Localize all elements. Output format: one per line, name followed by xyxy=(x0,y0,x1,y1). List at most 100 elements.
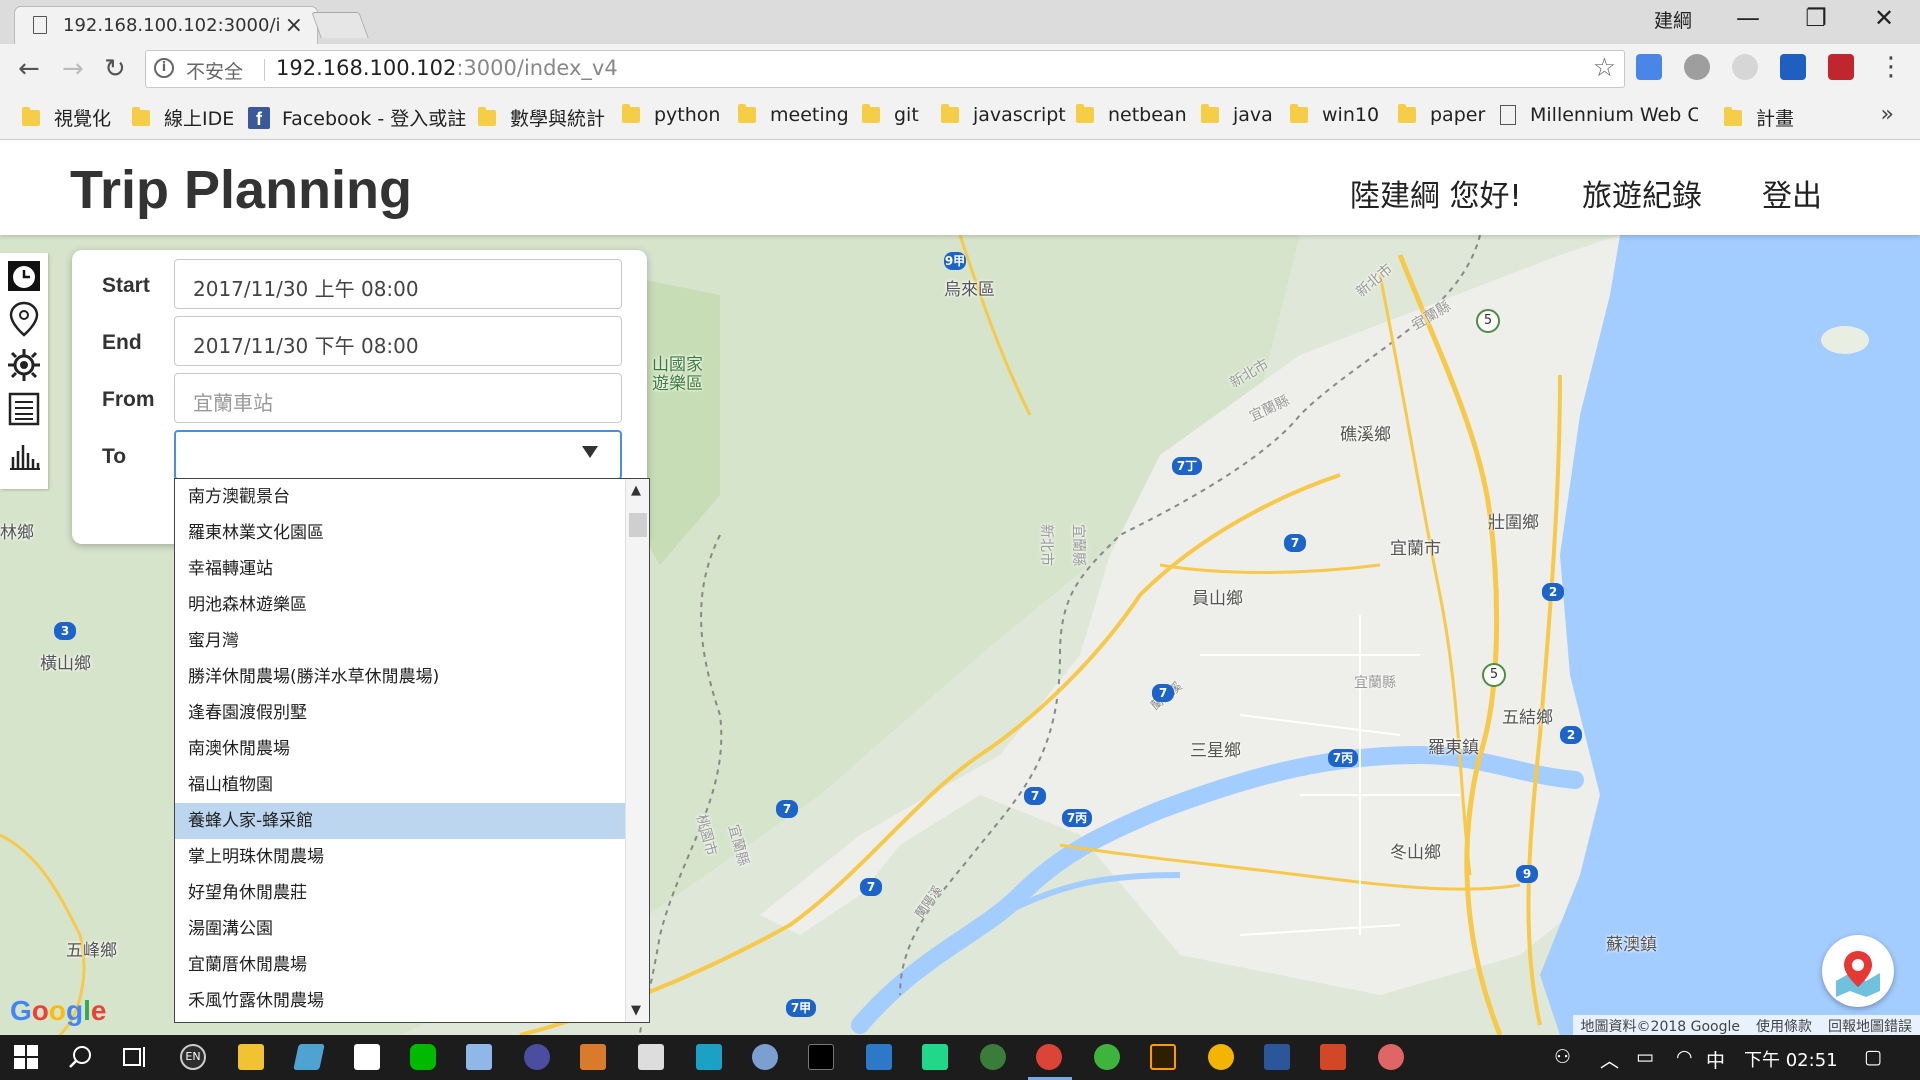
dropdown-option[interactable]: 幸福轉運站 xyxy=(175,551,625,587)
chevron-up-icon[interactable]: ︿ xyxy=(1600,1046,1619,1073)
bar-chart-icon[interactable] xyxy=(6,437,42,473)
dropdown-option[interactable]: 南澳休閒農場 xyxy=(175,731,625,767)
pycharm-icon[interactable] xyxy=(922,1044,948,1070)
illustrator-icon[interactable] xyxy=(1150,1044,1176,1070)
translate-extension-icon[interactable] xyxy=(1636,54,1662,80)
scroll-thumb[interactable] xyxy=(629,513,647,537)
start-datetime-input[interactable]: 2017/11/30 上午 08:00 xyxy=(174,259,622,309)
file-explorer-icon[interactable] xyxy=(238,1044,264,1070)
windows-start-icon[interactable] xyxy=(14,1045,38,1069)
bookmark-item[interactable]: java xyxy=(1201,104,1273,126)
dropdown-option[interactable]: 湯圍溝公園 xyxy=(175,911,625,947)
dropdown-scrollbar[interactable]: ▲ ▼ xyxy=(625,479,649,1022)
scroll-down-icon[interactable]: ▼ xyxy=(631,1003,641,1018)
dropdown-option[interactable]: 羅東林業文化園區 xyxy=(175,515,625,551)
app-icon[interactable] xyxy=(466,1044,492,1070)
restore-button[interactable]: ❐ xyxy=(1786,4,1846,32)
chrome-menu-icon[interactable]: ⋮ xyxy=(1878,52,1904,82)
profile-name[interactable]: 建綱 xyxy=(1654,6,1692,33)
insecure-label[interactable]: 不安全 xyxy=(186,57,243,84)
wifi-icon[interactable]: ◠ xyxy=(1676,1046,1693,1068)
chevron-down-icon[interactable] xyxy=(582,446,598,458)
bookmark-item[interactable]: 數學與統計 xyxy=(478,104,605,131)
dropdown-option[interactable]: 宜蘭厝休閒農場 xyxy=(175,947,625,983)
to-dropdown-list[interactable]: 南方澳觀景台 羅東林業文化園區 幸福轉運站 明池森林遊樂區 蜜月灣 勝洋休閒農場(勝洋水草… xyxy=(174,478,650,1023)
url-text[interactable]: 192.168.100.102:3000/index_v4 xyxy=(276,56,618,80)
bookmark-item[interactable]: git xyxy=(862,104,919,126)
address-bar[interactable]: i 不安全 192.168.100.102:3000/index_v4 ☆ xyxy=(145,50,1625,88)
app-icon[interactable] xyxy=(1094,1044,1120,1070)
bookmark-star-icon[interactable]: ☆ xyxy=(1593,53,1616,83)
dropdown-option[interactable]: 逢春園渡假別墅 xyxy=(175,695,625,731)
bookmark-item[interactable]: 計畫 xyxy=(1724,104,1794,131)
dropdown-option[interactable]: 禾風竹露休閒農場 xyxy=(175,983,625,1019)
language-icon[interactable]: EN xyxy=(180,1044,206,1070)
line-icon[interactable] xyxy=(410,1044,436,1070)
new-tab-button[interactable] xyxy=(311,12,369,38)
system-clock[interactable]: 下午 02:51 xyxy=(1744,1046,1838,1072)
user-greeting[interactable]: 陸建綱 您好! xyxy=(1350,171,1522,215)
people-icon[interactable]: ⚇ xyxy=(1554,1046,1571,1068)
ime-indicator[interactable]: 中 xyxy=(1706,1046,1725,1073)
scroll-up-icon[interactable]: ▲ xyxy=(631,483,641,498)
info-icon[interactable]: i xyxy=(154,58,174,78)
browser-tab-active[interactable]: 192.168.100.102:3000/index_v4 × xyxy=(14,6,318,44)
app-icon[interactable] xyxy=(696,1044,722,1070)
map-location-button[interactable] xyxy=(1822,935,1894,1007)
dropdown-option[interactable]: 養蜂人家-蜂采館 xyxy=(175,803,625,839)
app-icon[interactable] xyxy=(752,1044,778,1070)
extension-icon[interactable] xyxy=(1684,54,1710,80)
from-input[interactable]: 宜蘭車站 xyxy=(174,373,622,423)
list-icon[interactable] xyxy=(6,391,42,427)
minimize-button[interactable]: — xyxy=(1718,4,1778,32)
bookmark-item[interactable]: javascript xyxy=(941,104,1066,126)
clock-icon[interactable] xyxy=(6,257,42,293)
chrome-icon[interactable] xyxy=(1036,1044,1062,1070)
dropdown-option[interactable]: 好望角休閒農莊 xyxy=(175,875,625,911)
dropdown-option[interactable]: 掌上明珠休閒農場 xyxy=(175,839,625,875)
tab-close-icon[interactable]: × xyxy=(285,13,303,38)
notification-icon[interactable]: ▢ xyxy=(1864,1046,1882,1068)
chrome-canary-icon[interactable] xyxy=(1208,1044,1234,1070)
dropdown-option[interactable]: 福山植物園 xyxy=(175,767,625,803)
to-select[interactable] xyxy=(174,430,622,480)
nav-logout[interactable]: 登出 xyxy=(1762,171,1822,215)
google-logo[interactable]: Google xyxy=(10,995,106,1027)
bookmark-item[interactable]: f Facebook - 登入或註 xyxy=(248,104,466,131)
terms-link[interactable]: 使用條款 xyxy=(1748,1015,1820,1035)
bookmark-item[interactable]: meeting xyxy=(738,104,849,126)
forward-button[interactable]: → xyxy=(62,54,84,84)
search-icon[interactable] xyxy=(68,1045,92,1069)
nav-travel-records[interactable]: 旅遊紀錄 xyxy=(1582,171,1702,215)
report-error-link[interactable]: 回報地圖錯誤 xyxy=(1820,1015,1920,1035)
app-icon[interactable] xyxy=(580,1044,606,1070)
bookmark-item[interactable]: Millennium Web Ca xyxy=(1500,104,1698,126)
window-close-button[interactable]: ✕ xyxy=(1854,4,1914,32)
dropdown-option[interactable]: 明池森林遊樂區 xyxy=(175,587,625,623)
app-icon[interactable] xyxy=(980,1044,1006,1070)
dropdown-option[interactable]: 南方澳觀景台 xyxy=(175,479,625,515)
app-icon[interactable] xyxy=(1378,1044,1404,1070)
battery-icon[interactable]: ▭ xyxy=(1636,1046,1654,1068)
dropdown-option[interactable]: 勝洋休閒農場(勝洋水草休閒農場) xyxy=(175,659,625,695)
vscode-icon[interactable] xyxy=(866,1044,892,1070)
bookmark-item[interactable]: 線上IDE xyxy=(132,104,234,131)
bookmarks-overflow-icon[interactable]: » xyxy=(1881,102,1894,127)
app-icon[interactable] xyxy=(293,1044,325,1070)
end-datetime-input[interactable]: 2017/11/30 下午 08:00 xyxy=(174,316,622,366)
bookmark-item[interactable]: win10 xyxy=(1290,104,1379,126)
extension-icon[interactable] xyxy=(1732,54,1758,80)
notepad-icon[interactable] xyxy=(354,1044,380,1070)
calculator-icon[interactable] xyxy=(638,1044,664,1070)
reader-extension-icon[interactable] xyxy=(1780,54,1806,80)
location-pin-icon[interactable] xyxy=(6,301,42,337)
dropdown-option[interactable]: 蜜月灣 xyxy=(175,623,625,659)
word-icon[interactable] xyxy=(1264,1044,1290,1070)
reload-button[interactable]: ↻ xyxy=(104,54,126,84)
bookmark-item[interactable]: paper xyxy=(1398,104,1485,126)
gear-icon[interactable] xyxy=(6,347,42,383)
bookmark-item[interactable]: python xyxy=(622,104,720,126)
bookmark-item[interactable]: 視覺化 xyxy=(22,104,111,131)
mendeley-extension-icon[interactable] xyxy=(1828,54,1854,80)
powerpoint-icon[interactable] xyxy=(1320,1044,1346,1070)
